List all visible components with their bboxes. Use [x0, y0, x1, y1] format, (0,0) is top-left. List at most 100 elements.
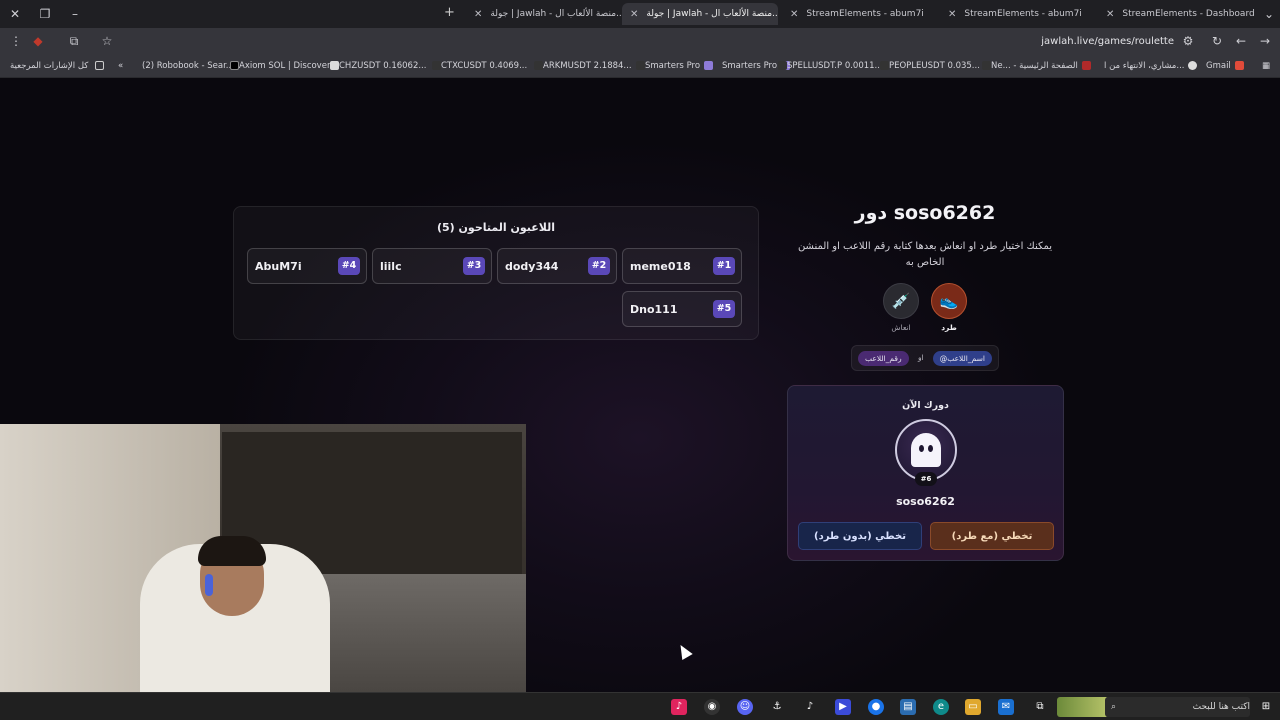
bookmark-item[interactable]: Ne... - الصفحة الرئيسية	[978, 61, 1091, 71]
tradingview-icon	[636, 61, 645, 70]
player-chip[interactable]: AbuM7i #4	[247, 248, 367, 284]
bookmark-label: ARKMUSDT 2.1884...	[543, 61, 632, 71]
turn-title: دور soso6262	[854, 202, 996, 224]
site-settings-icon[interactable]: ⚙	[1180, 34, 1196, 48]
bookmark-star-icon[interactable]: ☆	[99, 34, 115, 48]
bookmark-item[interactable]: CTXCUSDT 0.4069...	[428, 61, 527, 71]
hint-or: او	[918, 353, 924, 362]
skip-without-kick-button[interactable]: تخطي (بدون طرد)	[798, 522, 922, 550]
edge-icon[interactable]: e	[933, 699, 949, 715]
mail-icon[interactable]: ✉	[998, 699, 1014, 715]
x-icon	[230, 61, 239, 70]
player-name: meme018	[630, 260, 691, 273]
webcam-overlay	[0, 424, 526, 692]
tab-jawlah-1[interactable]: ✕ جولة | Jawlah - منصة الألعاب ال...	[466, 3, 622, 25]
bookmark-label: Gmail	[1206, 61, 1231, 71]
player-number-badge: #4	[338, 257, 360, 275]
gmail-icon	[1234, 61, 1244, 70]
tiktok-icon[interactable]: ♪	[802, 699, 818, 715]
player-name: dody344	[505, 260, 559, 273]
restore-window-icon[interactable]: ❐	[30, 0, 60, 28]
player-chip[interactable]: dody344 #2	[497, 248, 617, 284]
windows-start-icon[interactable]: ⊞	[1258, 699, 1274, 715]
skip-with-kick-button[interactable]: تخطي (مع طرد)	[930, 522, 1054, 550]
menu-icon[interactable]: ⋮	[8, 34, 24, 48]
close-window-icon[interactable]: ✕	[0, 0, 30, 28]
player-number-badge: #5	[713, 300, 735, 318]
webcam-streamer-hair	[198, 536, 266, 566]
discord-icon[interactable]: ☺	[737, 699, 753, 715]
tab-search-icon[interactable]: ⌄	[1254, 0, 1280, 28]
bookmark-label: CHZUSDT 0.16062...	[339, 61, 427, 71]
all-bookmarks-icon[interactable]: ▦	[1262, 61, 1270, 71]
tab-jawlah-2[interactable]: ✕ جولة | Jawlah - منصة الألعاب ال...	[622, 3, 778, 25]
available-players-title: اللاعبون المتاحون (5)	[436, 221, 556, 234]
taskbar-search-placeholder: اكتب هنا للبحث	[1192, 702, 1250, 712]
bookmark-item[interactable]: Axiom SOL | Discover	[226, 61, 330, 71]
player-chip[interactable]: Dno111 #5	[622, 291, 742, 327]
back-icon[interactable]: ←	[1233, 34, 1249, 48]
player-chip[interactable]: liilc #3	[372, 248, 492, 284]
bookmark-item[interactable]: PEOPLEUSDT 0.035...	[876, 61, 980, 71]
store-icon[interactable]: ▤	[900, 699, 916, 715]
tab-streamelements-1[interactable]: ✕ StreamElements - abum7i ⚓	[782, 3, 938, 25]
taskbar-search[interactable]: اكتب هنا للبحث ⌕	[1105, 697, 1250, 717]
ghost-icon	[911, 433, 941, 467]
bookmark-label: CTXCUSDT 0.4069...	[441, 61, 528, 71]
bookmark-label: PEOPLEUSDT 0.035...	[889, 61, 980, 71]
tab-streamelements-dashboard[interactable]: ✕ StreamElements - Dashboard ⚓	[1098, 3, 1258, 25]
app-icon[interactable]: ♪	[671, 699, 687, 715]
mouse-cursor	[675, 641, 693, 661]
folder-icon	[95, 61, 105, 70]
close-tab-icon[interactable]: ✕	[948, 9, 956, 20]
bookmarks-overflow-icon[interactable]: «	[118, 61, 123, 71]
close-tab-icon[interactable]: ✕	[474, 9, 482, 20]
app-icon[interactable]: ▶	[835, 699, 851, 715]
bookmark-item[interactable]: مشاري، الانتهاء من ا...	[1104, 61, 1198, 71]
task-view-icon[interactable]: ⧉	[1032, 699, 1048, 715]
current-turn-label: دورك الآن	[902, 400, 949, 411]
bookmark-label: Axiom SOL | Discover	[239, 61, 331, 71]
address-bar[interactable]: jawlah.live/games/roulette	[1041, 36, 1174, 47]
hint-player-number: رقم_اللاعب	[858, 351, 909, 366]
close-tab-icon[interactable]: ✕	[630, 9, 638, 20]
revive-action[interactable]: 💉 انعاش	[881, 283, 921, 332]
minimize-window-icon[interactable]: –	[60, 0, 90, 28]
available-players-card: اللاعبون المتاحون (5) meme018 #1 dody344…	[233, 206, 759, 340]
syringe-icon: 💉	[883, 283, 919, 319]
bookmark-item[interactable]: (2) Robobook - Sear...	[142, 61, 234, 71]
chrome-icon[interactable]: ●	[868, 699, 884, 715]
windows-taskbar: ♪ ◉ ☺ ⚓ ♪ ▶ ● ▤ e ▭ ✉ ⧉ اكتب هنا للبحث ⌕…	[0, 692, 1280, 720]
extensions-puzzle-icon[interactable]: ⧉	[66, 34, 82, 49]
headset-icon	[205, 574, 213, 596]
bookmark-item[interactable]: Smarters Pro	[632, 61, 714, 71]
player-number-badge: #2	[588, 257, 610, 275]
anchor-icon[interactable]: ⚓	[769, 699, 785, 715]
tab-streamelements-2[interactable]: ✕ StreamElements - abum7i ⚓	[940, 3, 1096, 25]
tradingview-icon	[880, 61, 889, 70]
bookmark-item[interactable]: ARKMUSDT 2.1884...	[530, 61, 632, 71]
tradingview-icon	[982, 61, 991, 70]
bookmarks-folder[interactable]: كل الإشارات المرجعية	[10, 61, 105, 71]
extension-icon[interactable]: ◆	[30, 34, 46, 48]
tab-label: جولة | Jawlah - منصة الألعاب ال...	[646, 9, 778, 19]
forward-icon[interactable]: →	[1257, 34, 1273, 48]
current-turn-card: دورك الآن #6 soso6262 تخطي (مع طرد) تخطي…	[787, 385, 1064, 561]
close-tab-icon[interactable]: ✕	[790, 9, 798, 20]
kick-label: طرد	[941, 323, 957, 332]
player-chip[interactable]: meme018 #1	[622, 248, 742, 284]
bookmark-item[interactable]: CHZUSDT 0.16062...	[326, 61, 426, 71]
folder-icon[interactable]: ▭	[965, 699, 981, 715]
tab-label: StreamElements - Dashboard	[1122, 9, 1255, 19]
new-tab-icon[interactable]: +	[444, 5, 455, 20]
bookmark-item[interactable]: Gmail	[1206, 61, 1244, 71]
hint-player-name: @اسم_اللاعب	[932, 351, 992, 366]
reload-icon[interactable]: ↻	[1209, 34, 1225, 48]
kick-action[interactable]: 👟 طرد	[929, 283, 969, 332]
weather-widget[interactable]	[1057, 697, 1109, 717]
tradingview-icon	[432, 61, 441, 70]
bookmark-item[interactable]: SPELLUSDT.P 0.0011...	[774, 61, 883, 71]
google-icon	[1188, 61, 1198, 70]
close-tab-icon[interactable]: ✕	[1106, 9, 1114, 20]
obs-icon[interactable]: ◉	[704, 699, 720, 715]
